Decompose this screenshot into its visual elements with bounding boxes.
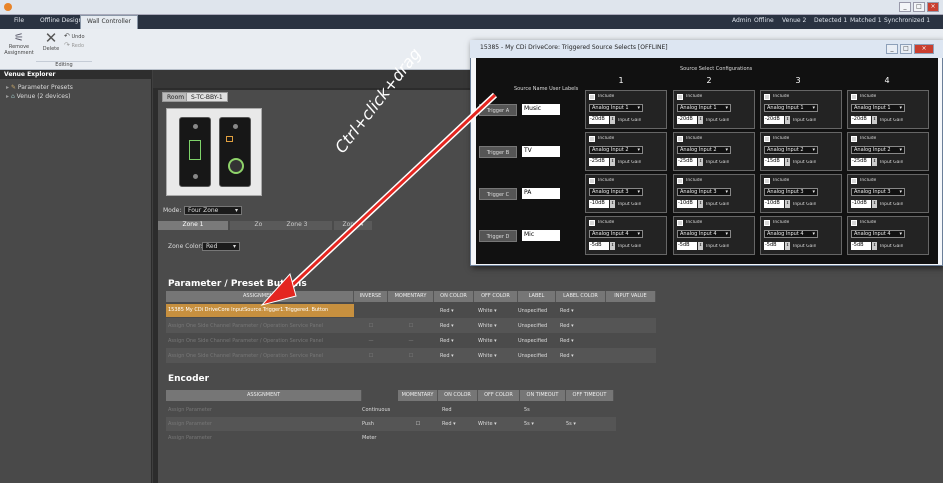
drag-arrow-annotation: [260, 92, 498, 306]
arrow-shaft: [283, 93, 497, 294]
arrow-head: [260, 272, 297, 306]
